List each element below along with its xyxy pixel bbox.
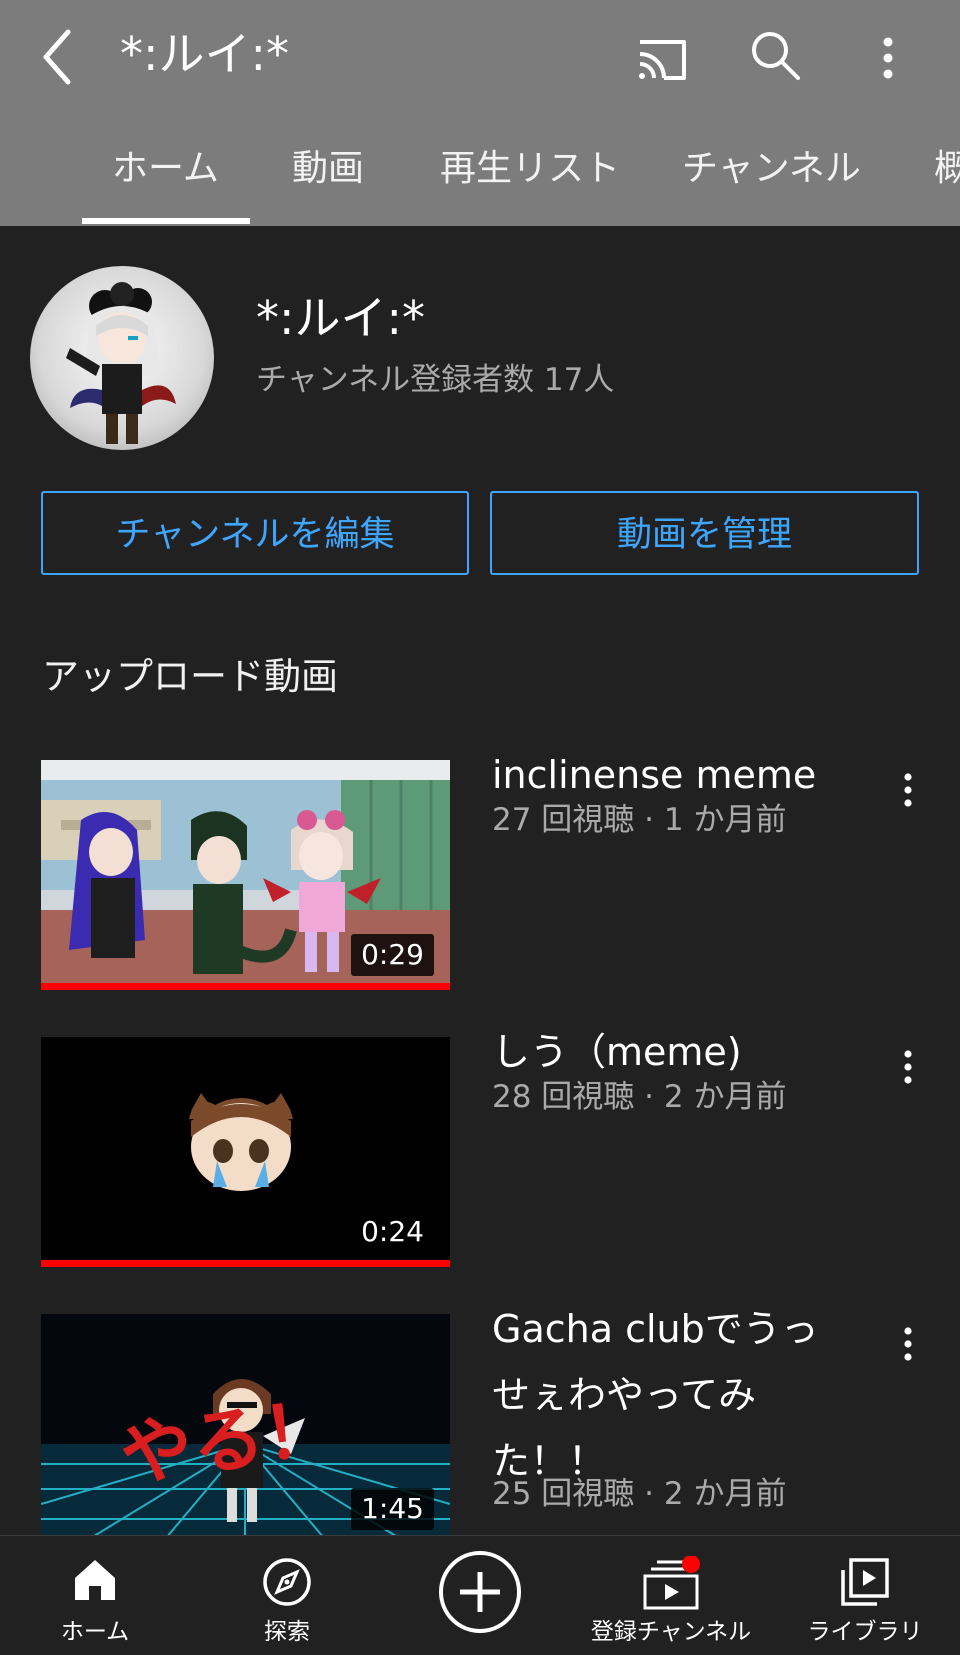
overflow-menu-button[interactable] <box>868 28 908 88</box>
manage-videos-button[interactable]: 動画を管理 <box>490 491 919 575</box>
video-thumbnail[interactable]: 0:24 <box>41 1037 450 1267</box>
home-icon <box>75 1560 115 1600</box>
cast-icon <box>639 40 686 80</box>
video-duration: 1:45 <box>351 1488 434 1530</box>
back-button[interactable] <box>38 22 82 92</box>
video-list-item[interactable]: 0:29 inclinense meme 27 回視聴 · 1 か月前 <box>0 753 960 990</box>
video-metadata: 28 回視聴 · 2 か月前 <box>492 1079 787 1115</box>
subscriber-count: チャンネル登録者数 17人 <box>256 362 615 398</box>
nav-label: 登録チャンネル <box>590 1619 752 1645</box>
video-duration: 0:24 <box>351 1211 434 1253</box>
video-menu-button[interactable] <box>890 1043 926 1093</box>
back-arrow-icon <box>43 29 71 85</box>
tab-channels[interactable]: チャンネル <box>682 144 861 194</box>
nav-explore[interactable]: 探索 <box>232 1536 342 1655</box>
tab-playlists[interactable]: 再生リスト <box>440 144 620 194</box>
watch-progress-bar <box>41 983 450 990</box>
nav-label: ライブラリ <box>807 1619 923 1645</box>
more-vert-icon <box>904 1050 912 1084</box>
tab-videos[interactable]: 動画 <box>292 144 364 194</box>
more-vert-icon <box>883 37 893 79</box>
uploads-section-title: アップロード動画 <box>42 655 338 698</box>
channel-avatar[interactable] <box>30 266 214 450</box>
video-thumbnail[interactable]: 0:29 <box>41 760 450 990</box>
video-thumbnail[interactable]: やる！ 1:45 <box>41 1314 450 1544</box>
create-icon <box>439 1551 521 1633</box>
subscriptions-icon <box>643 1556 700 1610</box>
tab-home[interactable]: ホーム <box>112 144 219 194</box>
active-tab-indicator <box>82 218 250 224</box>
video-menu-button[interactable] <box>890 1320 926 1370</box>
video-metadata: 25 回視聴 · 2 か月前 <box>492 1476 787 1512</box>
video-title[interactable]: inclinense meme <box>492 742 832 808</box>
video-title[interactable]: しう（meme) <box>492 1019 832 1085</box>
search-icon <box>752 32 800 80</box>
watch-progress-bar <box>41 1260 450 1267</box>
video-duration: 0:29 <box>351 934 434 976</box>
bottom-navigation: ホーム 探索 登録チャンネル ライブラリ <box>0 1535 960 1655</box>
video-metadata: 27 回視聴 · 1 か月前 <box>492 802 787 838</box>
edit-channel-button[interactable]: チャンネルを編集 <box>41 491 469 575</box>
nav-home[interactable]: ホーム <box>40 1536 150 1655</box>
video-menu-button[interactable] <box>890 766 926 816</box>
video-list-item[interactable]: 0:24 しう（meme) 28 回視聴 · 2 か月前 <box>0 1030 960 1267</box>
more-vert-icon <box>904 773 912 807</box>
nav-library[interactable]: ライブラリ <box>800 1536 930 1655</box>
nav-label: ホーム <box>60 1619 130 1645</box>
nav-subscriptions[interactable]: 登録チャンネル <box>582 1536 760 1655</box>
channel-tabs: ホーム 動画 再生リスト チャンネル 概 <box>0 130 960 226</box>
nav-create[interactable] <box>430 1536 530 1655</box>
video-list-item[interactable]: やる！ 1:45 Gacha clubでうっせぇわやってみた！！ 25 回視聴 … <box>0 1307 960 1544</box>
avatar-character-image <box>66 282 176 444</box>
channel-name: *:ルイ:* <box>256 291 425 345</box>
search-button[interactable] <box>748 26 804 86</box>
app-bar-title: *:ルイ:* <box>120 27 289 81</box>
compass-icon <box>263 1558 311 1606</box>
app-bar: *:ルイ:* ホーム 動画 再生リスト チャンネル 概 <box>0 0 960 226</box>
nav-label: 探索 <box>264 1619 310 1645</box>
more-vert-icon <box>904 1327 912 1361</box>
tab-about[interactable]: 概 <box>934 144 960 194</box>
cast-button[interactable] <box>632 28 692 88</box>
video-title[interactable]: Gacha clubでうっせぇわやってみた！！ <box>492 1296 832 1494</box>
library-icon <box>841 1558 889 1606</box>
